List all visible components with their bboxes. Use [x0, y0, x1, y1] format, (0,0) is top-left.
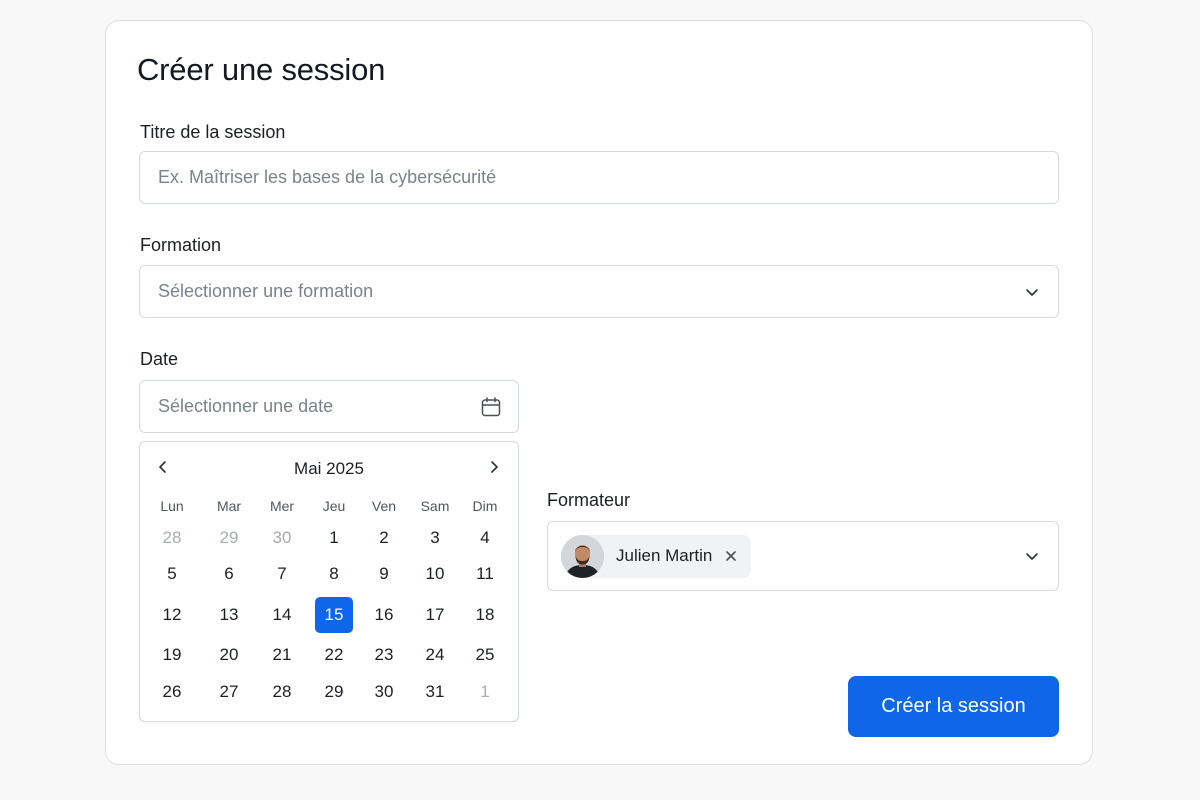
calendar-day[interactable]: 24 [416, 637, 454, 673]
weekday-label: Lun [160, 498, 184, 514]
formation-select[interactable]: Sélectionner une formation [139, 265, 1059, 318]
calendar-day[interactable]: 5 [153, 556, 191, 592]
calendar-day[interactable]: 28 [263, 674, 301, 710]
calendar-day[interactable]: 4 [466, 520, 504, 556]
chevron-right-icon [491, 461, 498, 473]
date-input[interactable]: Sélectionner une date [139, 380, 519, 433]
calendar-day[interactable]: 16 [365, 597, 403, 633]
calendar-day[interactable]: 23 [365, 637, 403, 673]
calendar-day[interactable]: 30 [365, 674, 403, 710]
weekday-label: Dim [472, 498, 498, 514]
calendar-day[interactable]: 8 [315, 556, 353, 592]
calendar-day[interactable]: 18 [466, 597, 504, 633]
calendar-day[interactable]: 3 [416, 520, 454, 556]
selected-trainer-chip: Julien Martin [561, 534, 752, 578]
calendar-day[interactable]: 17 [416, 597, 454, 633]
calendar-day[interactable]: 21 [263, 637, 301, 673]
calendar-day[interactable]: 28 [153, 520, 191, 556]
close-icon [726, 551, 737, 561]
weekday-label: Sam [420, 498, 450, 514]
date-placeholder: Sélectionner une date [158, 396, 334, 416]
page-title: Créer une session [137, 52, 386, 87]
date-picker-calendar: Mai 2025 Lun Mar Mer Jeu Ven Sam Dim 28 … [139, 441, 519, 722]
calendar-day[interactable]: 25 [466, 637, 504, 673]
weekday-label: Mer [269, 498, 295, 514]
trainer-label: Formateur [547, 490, 631, 510]
calendar-day[interactable]: 19 [153, 637, 191, 673]
calendar-day[interactable]: 2 [365, 520, 403, 556]
chevron-down-icon [1024, 548, 1040, 564]
calendar-day[interactable]: 27 [210, 674, 248, 710]
session-title-input[interactable]: Ex. Maîtriser les bases de la cybersécur… [139, 151, 1059, 204]
chevron-down-icon [1024, 284, 1040, 300]
calendar-day[interactable]: 1 [466, 674, 504, 710]
calendar-day[interactable]: 6 [210, 556, 248, 592]
formation-label: Formation [140, 235, 222, 255]
weekday-label: Mar [216, 498, 242, 514]
calendar-day-selected[interactable]: 15 [315, 597, 353, 633]
calendar-day[interactable]: 10 [416, 556, 454, 592]
calendar-icon[interactable] [480, 396, 502, 418]
session-title-label: Titre de la session [140, 122, 286, 142]
calendar-day[interactable]: 26 [153, 674, 191, 710]
calendar-day[interactable]: 1 [315, 520, 353, 556]
avatar [561, 534, 604, 578]
calendar-day[interactable]: 7 [263, 556, 301, 592]
create-session-button[interactable]: Créer la session [848, 676, 1059, 737]
trainer-select[interactable]: Julien Martin [547, 521, 1059, 591]
formation-placeholder: Sélectionner une formation [158, 281, 374, 301]
trainer-name: Julien Martin [616, 546, 713, 565]
next-month-button[interactable] [484, 457, 504, 477]
calendar-day[interactable]: 14 [263, 597, 301, 633]
calendar-day[interactable]: 30 [263, 520, 301, 556]
remove-trainer-button[interactable] [725, 550, 737, 562]
weekday-label: Jeu [322, 498, 346, 514]
calendar-day[interactable]: 9 [365, 556, 403, 592]
calendar-day[interactable]: 22 [315, 637, 353, 673]
calendar-month-label: Mai 2025 [294, 459, 364, 478]
date-label: Date [140, 349, 179, 369]
calendar-day[interactable]: 29 [210, 520, 248, 556]
session-title-placeholder: Ex. Maîtriser les bases de la cybersécur… [158, 167, 497, 187]
calendar-day[interactable]: 11 [466, 556, 504, 592]
calendar-day[interactable]: 29 [315, 674, 353, 710]
calendar-day[interactable]: 13 [210, 597, 248, 633]
weekday-label: Ven [371, 498, 397, 514]
calendar-day[interactable]: 12 [153, 597, 191, 633]
calendar-day[interactable]: 20 [210, 637, 248, 673]
calendar-day[interactable]: 31 [416, 674, 454, 710]
